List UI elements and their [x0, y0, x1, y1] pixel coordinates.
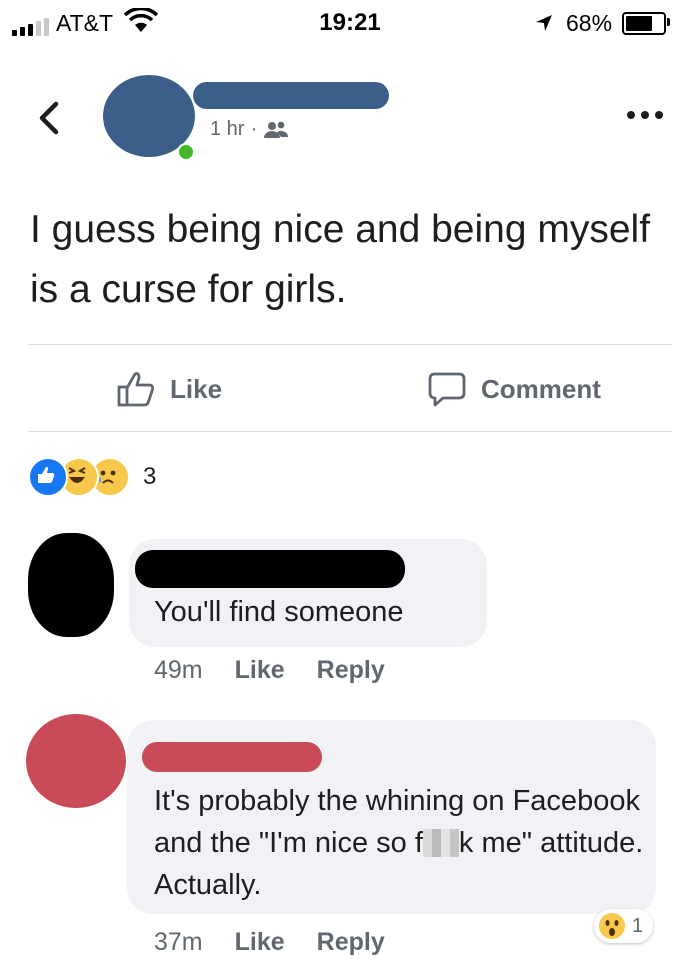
meta-separator: ·: [250, 118, 258, 140]
like-icon: [28, 457, 68, 497]
commenter-name-redacted[interactable]: [142, 742, 322, 772]
comment-button[interactable]: Comment: [427, 368, 601, 410]
comment-like-button[interactable]: Like: [235, 656, 285, 685]
comment-time: 37m: [154, 928, 203, 956]
comment-like-button[interactable]: Like: [235, 928, 285, 957]
status-bar: AT&T 19:21 68%: [0, 0, 700, 46]
comment-reply-button[interactable]: Reply: [317, 928, 385, 957]
like-label: Like: [170, 373, 223, 404]
divider: [28, 431, 672, 432]
friends-icon: [264, 121, 289, 138]
commenter-avatar-redacted[interactable]: [28, 533, 114, 637]
comment-reaction-badge[interactable]: 1: [594, 909, 654, 943]
location-arrow-icon: [536, 15, 552, 31]
comment-time: 49m: [154, 656, 203, 684]
wow-icon: [599, 913, 625, 939]
comment-reply-button[interactable]: Reply: [317, 656, 385, 685]
more-options-icon[interactable]: [626, 110, 664, 120]
reactions-summary[interactable]: 3: [28, 457, 156, 497]
post-meta: 1 hr ·: [210, 118, 289, 141]
like-button[interactable]: Like: [116, 368, 222, 410]
comment-label: Comment: [481, 373, 601, 404]
censor-blur: [422, 829, 459, 857]
comment-bubble-icon: [428, 372, 466, 407]
battery-icon: [622, 12, 666, 35]
comment-reaction-count: 1: [632, 914, 644, 937]
comment-text: You'll find someone: [154, 596, 404, 628]
reaction-count: 3: [143, 463, 157, 490]
comment-text: It's probably the whining on Facebook an…: [154, 780, 644, 906]
thumbs-up-icon: [117, 372, 155, 407]
online-indicator: [177, 143, 195, 161]
post-text: I guess being nice and being myself is a…: [30, 208, 651, 311]
battery-percent: 68%: [566, 10, 613, 36]
commenter-avatar-redacted[interactable]: [26, 714, 126, 808]
commenter-name-redacted[interactable]: [135, 550, 405, 588]
back-arrow-icon[interactable]: [36, 100, 64, 136]
poster-name-redacted[interactable]: [193, 82, 389, 109]
divider: [28, 344, 672, 345]
comment-meta: 49m Like Reply: [154, 656, 385, 685]
comment-meta: 37m Like Reply: [154, 928, 385, 957]
post-timestamp[interactable]: 1 hr: [210, 118, 244, 141]
